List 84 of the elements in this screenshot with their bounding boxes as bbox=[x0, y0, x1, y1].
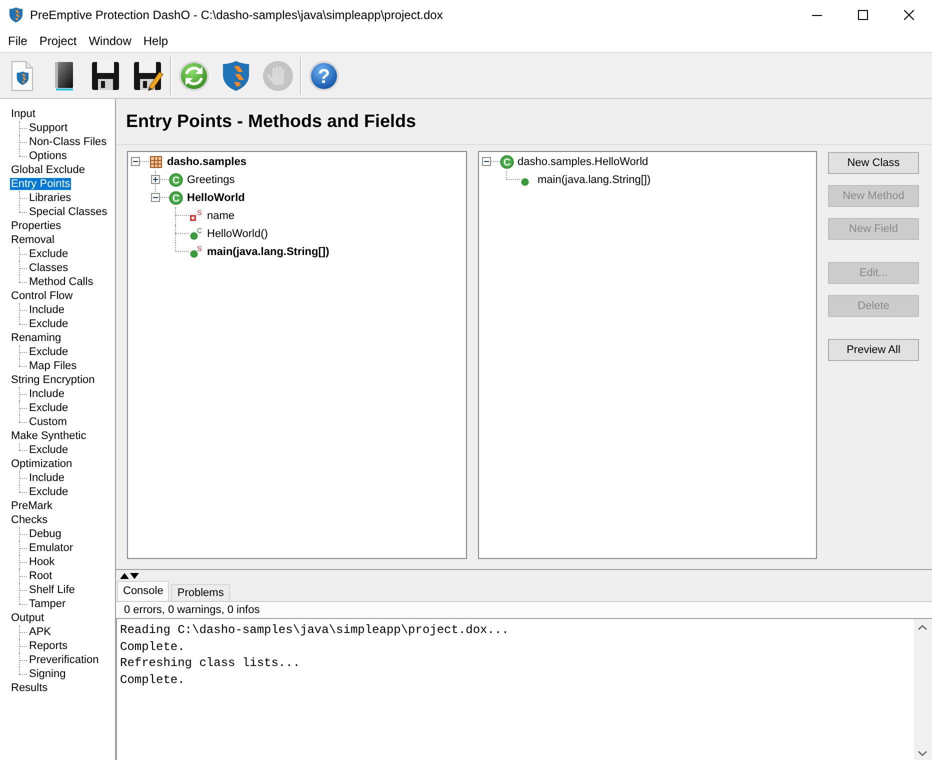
class-icon: C bbox=[169, 173, 183, 187]
menu-item[interactable]: Project bbox=[33, 32, 83, 50]
nav-item[interactable]: Results bbox=[10, 682, 49, 694]
shield-icon[interactable] bbox=[220, 60, 252, 92]
class-icon: C bbox=[500, 155, 514, 169]
close-icon[interactable] bbox=[904, 10, 914, 20]
preview-all-button[interactable]: Preview All bbox=[828, 339, 919, 361]
nav-item[interactable]: Options bbox=[28, 150, 68, 162]
menu-item[interactable]: Help bbox=[137, 32, 174, 50]
console-line: Complete. bbox=[120, 672, 186, 689]
nav-item[interactable]: Libraries bbox=[28, 192, 72, 204]
console-line: Complete. bbox=[120, 638, 186, 656]
nav-item[interactable]: PreMark bbox=[10, 500, 54, 512]
nav-item[interactable]: Output bbox=[10, 612, 46, 624]
nav-item[interactable]: Custom bbox=[28, 416, 68, 428]
plus-box-icon[interactable] bbox=[151, 175, 160, 184]
shield-icon bbox=[8, 7, 24, 23]
arrow-down-icon[interactable] bbox=[130, 572, 139, 578]
nav-item[interactable]: Method Calls bbox=[28, 276, 94, 288]
nav-item[interactable]: Make Synthetic bbox=[10, 430, 88, 442]
nav-item[interactable]: Removal bbox=[10, 234, 56, 246]
nav-item[interactable]: String Encryption bbox=[10, 374, 96, 386]
menu-item[interactable]: File bbox=[2, 32, 34, 50]
tree-item[interactable]: main(java.lang.String[]) bbox=[538, 174, 651, 186]
minus-box-icon[interactable] bbox=[151, 193, 160, 202]
tree-item[interactable]: name bbox=[207, 210, 235, 222]
minus-box-icon[interactable] bbox=[131, 157, 140, 166]
status-message: 0 errors, 0 warnings, 0 infos bbox=[116, 601, 932, 619]
nav-item[interactable]: Shelf Life bbox=[28, 584, 76, 596]
nav-item[interactable]: Hook bbox=[28, 556, 56, 568]
arrow-up-icon[interactable] bbox=[120, 572, 129, 578]
nav-item[interactable]: Root bbox=[28, 570, 54, 582]
nav-item[interactable]: Optimization bbox=[10, 458, 74, 470]
nav-item[interactable]: Preverification bbox=[28, 654, 100, 666]
nav-item[interactable]: Reports bbox=[28, 640, 69, 652]
minus-box-icon[interactable] bbox=[482, 157, 490, 166]
nav-item[interactable]: Exclude bbox=[28, 444, 70, 456]
nav-item[interactable]: Map Files bbox=[28, 360, 78, 372]
nav-item[interactable]: Input bbox=[10, 108, 36, 120]
page-title: Entry Points - Methods and Fields bbox=[126, 111, 416, 132]
nav-item[interactable]: Checks bbox=[10, 514, 49, 526]
nav-item[interactable]: Entry Points bbox=[10, 178, 72, 190]
nav-item[interactable]: Debug bbox=[28, 528, 62, 540]
nav-item[interactable]: Tamper bbox=[28, 598, 67, 610]
tree-item[interactable]: HelloWorld() bbox=[207, 228, 268, 240]
nav-item[interactable]: Exclude bbox=[28, 248, 70, 260]
nav-item[interactable]: Global Exclude bbox=[10, 164, 86, 176]
nav-item[interactable]: Include bbox=[28, 388, 66, 400]
nav-item[interactable]: Special Classes bbox=[28, 206, 108, 218]
console-line: Refreshing class lists... bbox=[120, 655, 302, 672]
nav-item[interactable]: Support bbox=[28, 122, 69, 134]
maximize-icon[interactable] bbox=[858, 10, 868, 20]
scroll-up-icon[interactable] bbox=[918, 625, 927, 630]
new-class-button[interactable]: New Class bbox=[828, 152, 919, 174]
floppy-pencil-icon[interactable] bbox=[132, 60, 164, 92]
tree-item[interactable]: Greetings bbox=[187, 174, 235, 186]
nav-item[interactable]: Include bbox=[28, 304, 66, 316]
nav-item[interactable]: Exclude bbox=[28, 318, 70, 330]
console-line: Reading C:\dasho-samples\java\simpleapp\project.dox... bbox=[120, 622, 510, 639]
nav-item[interactable]: Non-Class Files bbox=[28, 136, 108, 148]
nav-item[interactable]: Include bbox=[28, 472, 66, 484]
nav-item[interactable]: Signing bbox=[28, 668, 67, 680]
menu-item[interactable]: Window bbox=[82, 32, 138, 50]
nav-item[interactable]: Emulator bbox=[28, 542, 74, 554]
tree-item[interactable]: dasho.samples.HelloWorld bbox=[518, 156, 648, 168]
nav-item[interactable]: Exclude bbox=[28, 402, 70, 414]
tab[interactable]: Problems bbox=[171, 584, 230, 601]
class-icon: C bbox=[169, 191, 183, 205]
tree-item[interactable]: HelloWorld bbox=[187, 192, 245, 204]
tree-item[interactable]: dasho.samples bbox=[167, 156, 246, 168]
nav-item[interactable]: Exclude bbox=[28, 346, 70, 358]
tab[interactable]: Console bbox=[117, 581, 170, 601]
nav-item[interactable]: Exclude bbox=[28, 486, 70, 498]
tree-item[interactable]: main(java.lang.String[]) bbox=[207, 246, 330, 258]
refresh-icon[interactable] bbox=[178, 60, 210, 92]
nav-item[interactable]: Properties bbox=[10, 220, 62, 232]
nav-item[interactable]: Classes bbox=[28, 262, 70, 274]
nav-item[interactable]: Control Flow bbox=[10, 290, 74, 302]
nav-item[interactable]: APK bbox=[28, 626, 52, 638]
nav-item[interactable]: Renaming bbox=[10, 332, 62, 344]
scrollbar[interactable] bbox=[914, 619, 931, 760]
package-icon bbox=[149, 155, 163, 169]
scroll-down-icon[interactable] bbox=[918, 751, 927, 756]
window-title: PreEmptive Protection DashO - C:\dasho-samples\java\simpleapp\project.dox bbox=[30, 8, 444, 22]
